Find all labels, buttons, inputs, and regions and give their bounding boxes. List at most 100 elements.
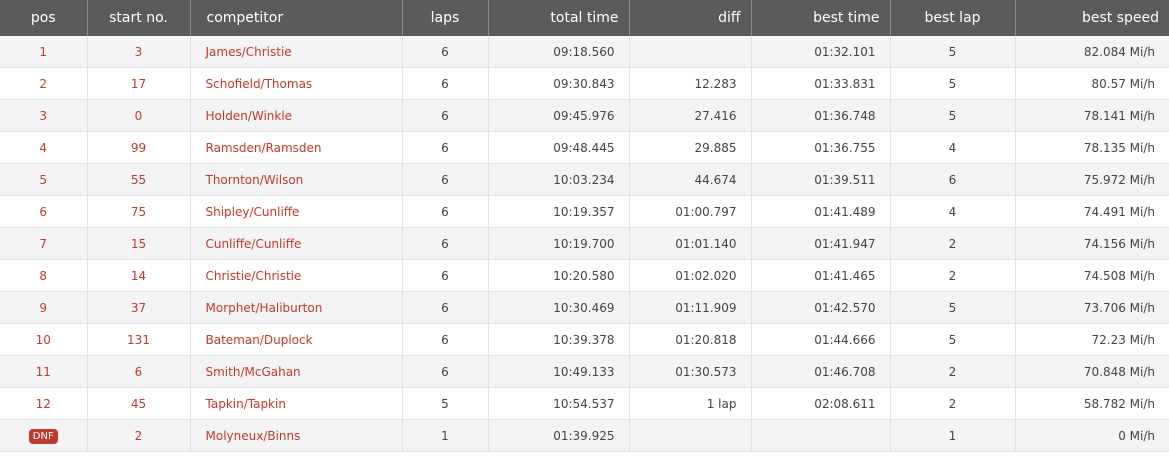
cell-best-time: 02:08.611 (751, 387, 891, 420)
cell-best-speed: 0 Mi/h (1015, 419, 1169, 452)
cell-total-time: 10:20.580 (488, 259, 630, 292)
header-best-lap[interactable]: best lap (890, 0, 1016, 36)
cell-pos: 12 (0, 387, 88, 420)
cell-best-speed: 58.782 Mi/h (1015, 387, 1169, 420)
table-row[interactable]: 3 0 Holden/Winkle 6 09:45.976 27.416 01:36.748… (0, 99, 1169, 132)
table-row[interactable]: 1 3 James/Christie 6 09:18.560 01:32.101 5 82.0… (0, 36, 1169, 68)
header-competitor[interactable]: competitor (190, 0, 403, 36)
results-table: pos start no. competitor laps total time… (0, 0, 1169, 452)
cell-pos: 8 (0, 259, 88, 292)
header-row: pos start no. competitor laps total time… (0, 0, 1169, 36)
header-total-time[interactable]: total time (488, 0, 630, 36)
cell-start-no: 55 (87, 163, 191, 196)
table-row[interactable]: 7 15 Cunliffe/Cunliffe 6 10:19.700 01:01.140 0… (0, 227, 1169, 260)
cell-best-speed: 75.972 Mi/h (1015, 163, 1169, 196)
cell-competitor: Bateman/Duplock (190, 323, 403, 356)
table-row[interactable]: 6 75 Shipley/Cunliffe 6 10:19.357 01:00.797 01… (0, 195, 1169, 228)
cell-pos: 11 (0, 355, 88, 388)
cell-best-speed: 73.706 Mi/h (1015, 291, 1169, 324)
cell-diff: 27.416 (629, 99, 752, 132)
cell-best-speed: 74.491 Mi/h (1015, 195, 1169, 228)
header-diff[interactable]: diff (629, 0, 752, 36)
cell-laps: 6 (402, 323, 489, 356)
cell-laps: 6 (402, 227, 489, 260)
cell-best-speed: 74.156 Mi/h (1015, 227, 1169, 260)
cell-competitor: Christie/Christie (190, 259, 403, 292)
table-row[interactable]: 10 131 Bateman/Duplock 6 10:39.378 01:20.818 0… (0, 323, 1169, 356)
cell-best-lap: 2 (890, 259, 1016, 292)
table-row[interactable]: 11 6 Smith/McGahan 6 10:49.133 01:30.573 01:46… (0, 355, 1169, 388)
cell-competitor: Schofield/Thomas (190, 67, 403, 100)
cell-total-time: 09:30.843 (488, 67, 630, 100)
header-best-speed[interactable]: best speed (1015, 0, 1169, 36)
cell-best-speed: 80.57 Mi/h (1015, 67, 1169, 100)
cell-best-time: 01:42.570 (751, 291, 891, 324)
cell-total-time: 10:54.537 (488, 387, 630, 420)
header-pos[interactable]: pos (0, 0, 88, 36)
cell-diff: 01:02.020 (629, 259, 752, 292)
cell-best-speed: 72.23 Mi/h (1015, 323, 1169, 356)
dnf-badge: DNF (28, 428, 58, 444)
cell-diff: 44.674 (629, 163, 752, 196)
cell-start-no: 15 (87, 227, 191, 260)
cell-competitor: Tapkin/Tapkin (190, 387, 403, 420)
cell-pos: 2 (0, 67, 88, 100)
cell-start-no: 17 (87, 67, 191, 100)
cell-start-no: 75 (87, 195, 191, 228)
cell-total-time: 10:19.700 (488, 227, 630, 260)
cell-laps: 6 (402, 67, 489, 100)
cell-best-time: 01:36.748 (751, 99, 891, 132)
cell-pos: 10 (0, 323, 88, 356)
header-laps[interactable]: laps (402, 0, 489, 36)
cell-best-lap: 6 (890, 163, 1016, 196)
cell-diff: 12.283 (629, 67, 752, 100)
cell-best-time: 01:36.755 (751, 131, 891, 164)
cell-total-time: 09:45.976 (488, 99, 630, 132)
cell-best-time: 01:41.465 (751, 259, 891, 292)
cell-laps: 6 (402, 355, 489, 388)
cell-pos: 1 (0, 36, 88, 68)
cell-start-no: 99 (87, 131, 191, 164)
cell-total-time: 10:30.469 (488, 291, 630, 324)
table-row[interactable]: 4 99 Ramsden/Ramsden 6 09:48.445 29.885 01:36.… (0, 131, 1169, 164)
cell-pos: DNF (0, 419, 88, 452)
cell-diff: 01:20.818 (629, 323, 752, 356)
cell-competitor: Molyneux/Binns (190, 419, 403, 452)
table-row[interactable]: 9 37 Morphet/Haliburton 6 10:30.469 01:11.909… (0, 291, 1169, 324)
cell-pos: 3 (0, 99, 88, 132)
cell-laps: 6 (402, 163, 489, 196)
cell-best-lap: 5 (890, 36, 1016, 68)
cell-best-lap: 5 (890, 67, 1016, 100)
cell-diff: 01:01.140 (629, 227, 752, 260)
cell-laps: 6 (402, 99, 489, 132)
cell-best-time: 01:32.101 (751, 36, 891, 68)
table-row[interactable]: 2 17 Schofield/Thomas 6 09:30.843 12.283 01:33… (0, 67, 1169, 100)
cell-total-time: 10:39.378 (488, 323, 630, 356)
cell-start-no: 2 (87, 419, 191, 452)
cell-best-time: 01:33.831 (751, 67, 891, 100)
cell-best-lap: 4 (890, 131, 1016, 164)
cell-best-lap: 4 (890, 195, 1016, 228)
cell-start-no: 3 (87, 36, 191, 68)
cell-best-lap: 5 (890, 323, 1016, 356)
cell-best-speed: 78.135 Mi/h (1015, 131, 1169, 164)
table-row[interactable]: 5 55 Thornton/Wilson 6 10:03.234 44.674 01:39.… (0, 163, 1169, 196)
header-start-no[interactable]: start no. (87, 0, 191, 36)
cell-best-speed: 78.141 Mi/h (1015, 99, 1169, 132)
table-row[interactable]: DNF 2 Molyneux/Binns 1 01:39.925 1 0 Mi/h (0, 419, 1169, 452)
cell-best-speed: 82.084 Mi/h (1015, 36, 1169, 68)
table-row[interactable]: 8 14 Christie/Christie 6 10:20.580 01:02.020 0… (0, 259, 1169, 292)
cell-start-no: 37 (87, 291, 191, 324)
table-row[interactable]: 12 45 Tapkin/Tapkin 5 10:54.537 1 lap 02:08.61… (0, 387, 1169, 420)
cell-total-time: 09:18.560 (488, 36, 630, 68)
cell-best-time: 01:39.511 (751, 163, 891, 196)
cell-pos: 5 (0, 163, 88, 196)
cell-start-no: 6 (87, 355, 191, 388)
cell-competitor: Morphet/Haliburton (190, 291, 403, 324)
cell-laps: 6 (402, 195, 489, 228)
cell-competitor: Ramsden/Ramsden (190, 131, 403, 164)
cell-total-time: 10:03.234 (488, 163, 630, 196)
cell-diff: 01:00.797 (629, 195, 752, 228)
header-best-time[interactable]: best time (751, 0, 891, 36)
cell-best-time: 01:46.708 (751, 355, 891, 388)
